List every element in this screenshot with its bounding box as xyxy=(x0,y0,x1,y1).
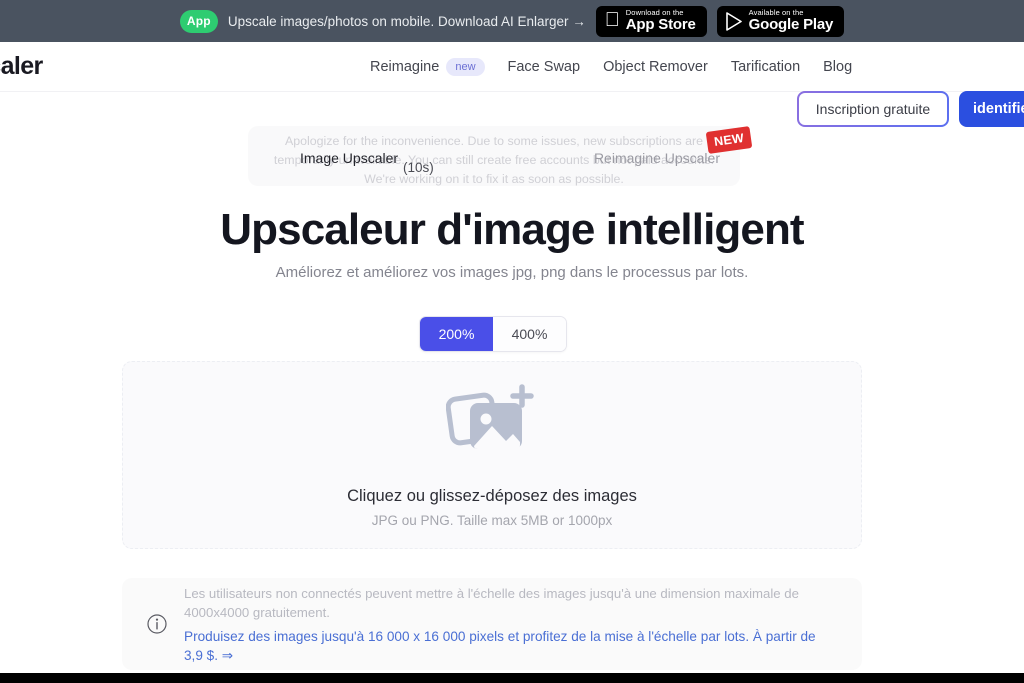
google-play-icon xyxy=(725,11,743,31)
dropzone-main-text: Cliquez ou glissez-déposez des images xyxy=(347,486,637,505)
limits-notice-body: Les utilisateurs non connectés peuvent m… xyxy=(184,584,838,665)
main-navbar: scaler Reimagine new Face Swap Object Re… xyxy=(0,42,1024,127)
upgrade-link[interactable]: Produisez des images jusqu'à 16 000 x 16… xyxy=(184,627,838,665)
new-stamp-badge: NEW xyxy=(705,126,753,154)
nav-item-face-swap[interactable]: Face Swap xyxy=(508,59,581,75)
login-button[interactable]: identifier xyxy=(959,91,1024,127)
nav-links: Reimagine new Face Swap Object Remover T… xyxy=(370,42,852,92)
page-root: App Upscale images/photos on mobile. Dow… xyxy=(0,0,1024,683)
google-play-button[interactable]: Available on the Google Play xyxy=(716,5,845,37)
app-store-big-label: App Store xyxy=(618,16,696,34)
scale-toggle-group: 200% 400% xyxy=(419,316,567,352)
mobile-app-banner: App Upscale images/photos on mobile. Dow… xyxy=(0,0,1024,42)
dropzone-sub-text: JPG ou PNG. Taille max 5MB or 1000px xyxy=(371,512,613,528)
scale-option-400[interactable]: 400% xyxy=(493,317,566,351)
tab-image-upscaler[interactable]: Image Upscaler xyxy=(300,150,398,166)
info-icon xyxy=(146,613,168,635)
image-dropzone[interactable]: Cliquez ou glissez-déposez des images JP… xyxy=(122,361,862,549)
nav-item-tarification[interactable]: Tarification xyxy=(731,59,800,75)
tab-reimagine-upscaler-wrap: Reimagine Upscaler NEW xyxy=(594,126,753,166)
tab-reimagine-upscaler[interactable]: Reimagine Upscaler xyxy=(594,150,720,166)
bottom-black-bar xyxy=(0,673,1024,683)
google-play-big-label: Google Play xyxy=(741,16,834,34)
mode-tabs: Image Upscaler Reimagine Upscaler NEW xyxy=(300,126,753,166)
google-play-labels: Available on the Google Play xyxy=(749,9,834,33)
app-store-labels: Download on the App Store xyxy=(626,9,696,33)
add-images-icon xyxy=(445,383,538,461)
nav-item-object-remover[interactable]: Object Remover xyxy=(603,59,708,75)
limits-notice: Les utilisateurs non connectés peuvent m… xyxy=(122,578,862,670)
app-store-button[interactable]:  Download on the App Store xyxy=(595,5,707,37)
tab-duration-label: (10s) xyxy=(403,160,434,175)
app-banner-text: Upscale images/photos on mobile. Downloa… xyxy=(227,13,586,29)
nav-item-blog[interactable]: Blog xyxy=(823,59,852,75)
page-title: Upscaleur d'image intelligent xyxy=(220,205,804,254)
nav-new-badge: new xyxy=(446,58,485,76)
site-logo[interactable]: scaler xyxy=(0,52,43,81)
limits-notice-text: Les utilisateurs non connectés peuvent m… xyxy=(184,585,799,620)
nav-item-reimagine-label: Reimagine xyxy=(370,59,440,75)
app-badge-pill: App xyxy=(179,9,218,33)
scale-option-200[interactable]: 200% xyxy=(420,317,493,351)
nav-item-reimagine[interactable]: Reimagine new xyxy=(370,58,485,76)
signup-button[interactable]: Inscription gratuite xyxy=(797,91,949,127)
apple-icon:  xyxy=(605,10,620,30)
page-subtitle: Améliorez et améliorez vos images jpg, p… xyxy=(275,264,749,281)
